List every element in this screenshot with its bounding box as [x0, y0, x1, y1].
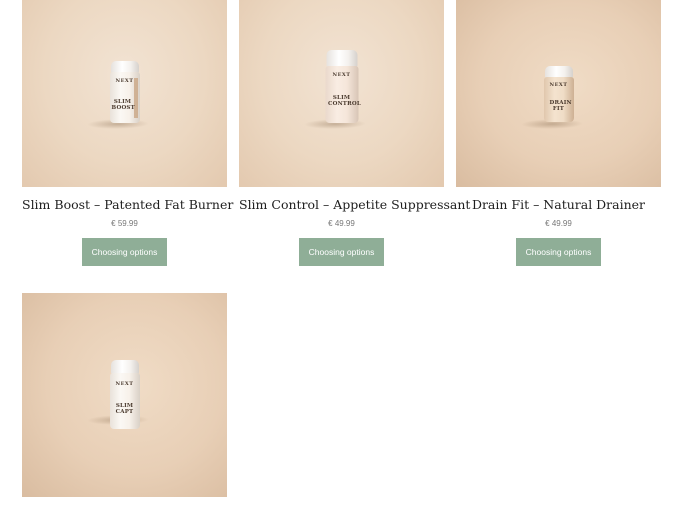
product-price: € 49.99 — [328, 219, 355, 228]
bottle-product-name: SLIM CAPT — [115, 403, 134, 415]
product-title[interactable]: Slim Control – Appetite Suppressant — [239, 197, 470, 212]
choosing-options-button[interactable]: Choosing options — [82, 238, 167, 266]
supplement-bottle: NEXT SLIM CONTROL — [325, 66, 361, 123]
product-image[interactable]: NEXT DRAIN FIT — [456, 0, 661, 187]
product-card-slim-capt: NEXT SLIM CAPT — [22, 293, 227, 497]
product-price: € 49.99 — [545, 219, 572, 228]
product-card-drain-fit: NEXT DRAIN FIT Drain Fit – Natural Drain… — [456, 0, 661, 266]
bottle-product-name: DRAIN FIT — [549, 100, 572, 112]
product-title[interactable]: Drain Fit – Natural Drainer — [456, 197, 661, 212]
product-image[interactable]: NEXT SLIM CAPT — [22, 293, 227, 497]
bottle-brand: NEXT — [115, 381, 134, 387]
product-grid: NEXT SLIM BOOST Slim Boost – Patented Fa… — [0, 0, 680, 510]
product-image[interactable]: NEXT SLIM BOOST — [22, 0, 227, 187]
bottle-cap — [326, 50, 357, 67]
choosing-options-button[interactable]: Choosing options — [516, 238, 601, 266]
choosing-options-button[interactable]: Choosing options — [299, 238, 384, 266]
product-price: € 59.99 — [111, 219, 138, 228]
product-title[interactable]: Slim Boost – Patented Fat Burner — [22, 197, 233, 212]
bottle-brand: NEXT — [115, 78, 134, 84]
supplement-bottle: NEXT SLIM CAPT — [109, 373, 140, 429]
bottle-brand: NEXT — [549, 82, 568, 88]
bottle-product-name: SLIM BOOST — [111, 99, 135, 111]
product-card-slim-boost: NEXT SLIM BOOST Slim Boost – Patented Fa… — [22, 0, 233, 266]
product-image[interactable]: NEXT SLIM CONTROL — [239, 0, 444, 187]
supplement-bottle: NEXT SLIM BOOST — [109, 72, 140, 123]
bottle-cap — [110, 360, 139, 374]
bottle-product-name: SLIM CONTROL — [328, 95, 361, 107]
supplement-bottle: NEXT DRAIN FIT — [543, 77, 574, 122]
bottle-brand: NEXT — [332, 72, 351, 78]
product-card-slim-control: NEXT SLIM CONTROL Slim Control – Appetit… — [239, 0, 470, 266]
label-band — [133, 78, 138, 118]
